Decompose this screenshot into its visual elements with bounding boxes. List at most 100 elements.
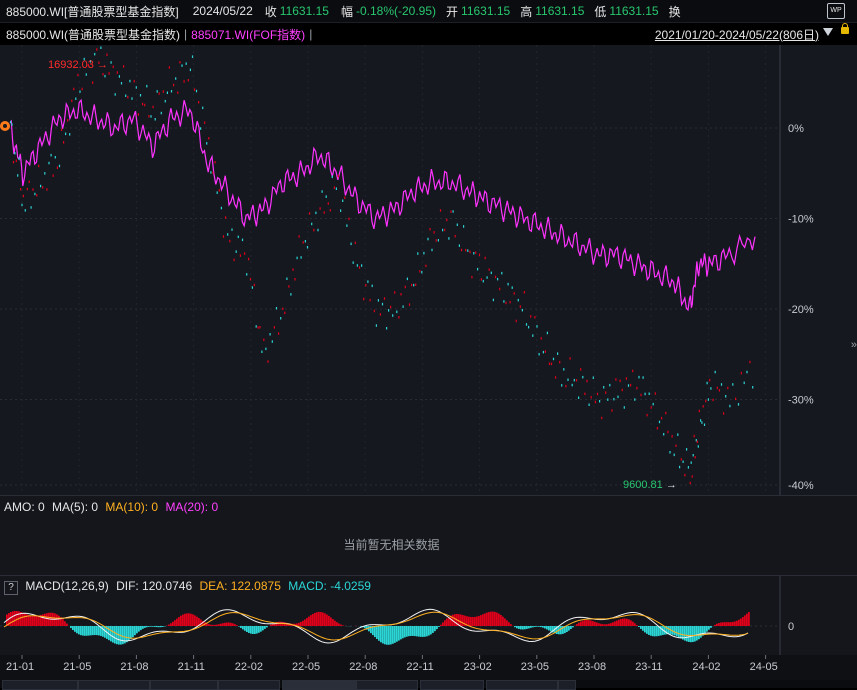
series-main-point [299, 235, 300, 238]
series-main-point [645, 393, 646, 396]
series-main-point [708, 398, 709, 401]
macd-bar [336, 622, 338, 626]
macd-bar [474, 617, 476, 626]
series-main-point [317, 229, 318, 232]
series-main-point [284, 312, 285, 315]
macd-bar [484, 613, 486, 626]
series-main-point [679, 466, 680, 469]
macd-bar [632, 622, 634, 626]
x-tick-label: 21-05 [63, 661, 91, 673]
start-marker-icon[interactable] [0, 121, 10, 131]
series-main-point [303, 241, 304, 244]
y-tick-label: -20% [788, 304, 814, 316]
series-main-point [691, 461, 692, 464]
macd-bar [652, 626, 654, 636]
series-main-point [186, 62, 187, 65]
series-main-point [48, 162, 49, 165]
macd-bar [22, 613, 24, 626]
series-main-point [516, 320, 517, 323]
collapse-right-icon[interactable]: » [851, 339, 857, 351]
macd-bar [382, 626, 384, 643]
series-main-point [311, 223, 312, 226]
series-main-point [499, 288, 500, 291]
macd-bar [90, 626, 92, 635]
legend-main[interactable]: 885000.WI(普通股票型基金指数) [6, 26, 180, 43]
series-main-point [448, 237, 449, 240]
series-main-point [701, 421, 702, 424]
macd-bar [520, 626, 522, 629]
security-code[interactable]: 885000.WI[普通股票型基金指数] [6, 3, 179, 20]
tab-5[interactable] [282, 680, 356, 690]
series-main-point [692, 475, 693, 478]
series-main-point [723, 412, 724, 415]
wp-badge-icon[interactable]: WP [827, 3, 845, 19]
macd-bar [602, 624, 604, 626]
series-main-point [69, 133, 70, 136]
macd-bar [322, 612, 324, 626]
macd-bar [172, 622, 174, 626]
series-main-point [694, 435, 695, 438]
series-main-point [359, 266, 360, 269]
series-main-point [640, 394, 641, 397]
series-main-point [599, 400, 600, 403]
high-label: 高 [520, 3, 532, 20]
series-main-point [390, 306, 391, 309]
tab-4[interactable] [218, 680, 280, 690]
macd-bar [408, 626, 410, 636]
tab-7[interactable] [420, 680, 484, 690]
tab-2[interactable] [78, 680, 150, 690]
series-main-point [555, 376, 556, 379]
series-main-point [436, 239, 437, 242]
series-main-point [672, 435, 673, 438]
series-main-point [290, 293, 291, 296]
tab-3[interactable] [150, 680, 218, 690]
range-dropdown-icon[interactable] [823, 28, 833, 36]
macd-bar [708, 626, 710, 630]
x-tick-label: 21-08 [120, 661, 148, 673]
series-main-point [315, 212, 316, 215]
series-main-point [148, 115, 149, 118]
series-main-point [204, 121, 205, 124]
series-main-point [280, 317, 281, 320]
macd-bar [190, 614, 192, 626]
tab-9[interactable] [558, 680, 576, 690]
macd-bar [684, 626, 686, 641]
macd-bar [532, 626, 534, 627]
amo-ma10: MA(10): 0 [105, 500, 158, 514]
tab-6[interactable] [356, 680, 418, 690]
macd-bar [314, 613, 316, 626]
series-main-point [374, 310, 375, 313]
series-main-point [663, 433, 664, 436]
macd-bar [518, 626, 520, 629]
macd-bar [156, 626, 158, 627]
macd-bar [392, 626, 394, 644]
series-main-point [19, 157, 20, 160]
series-main-point [167, 92, 168, 95]
series-main-point [225, 216, 226, 219]
series-main-point [721, 383, 722, 386]
series-main-point [749, 361, 750, 364]
amo-empty-message: 当前暂无相关数据 [0, 536, 783, 553]
macd-bar [668, 626, 670, 634]
legend-compare[interactable]: 885071.WI(FOF指数) [191, 26, 305, 43]
macd-bar [460, 615, 462, 626]
series-main-point [415, 284, 416, 287]
series-main-point [221, 207, 222, 210]
macd-bar [316, 612, 318, 626]
series-main-point [744, 382, 745, 385]
x-tick-label: 22-02 [235, 661, 263, 673]
macd-bar [188, 613, 190, 626]
date-range[interactable]: 2021/01/20-2024/05/22(806日) [655, 26, 819, 43]
macd-bar [102, 626, 104, 637]
tab-1[interactable] [2, 680, 78, 690]
series-main-point [353, 261, 354, 264]
macd-bar [74, 626, 76, 632]
series-main-point [661, 417, 662, 420]
series-main-point [497, 278, 498, 281]
series-main-point [77, 74, 78, 77]
series-main-point [543, 351, 544, 354]
tab-8[interactable] [486, 680, 558, 690]
main-chart-panel[interactable]: 0%-10%-20%-30%-40% » 16932.03 → 9600.81 … [0, 45, 857, 495]
series-main-point [518, 299, 519, 302]
series-main-point [294, 278, 295, 281]
